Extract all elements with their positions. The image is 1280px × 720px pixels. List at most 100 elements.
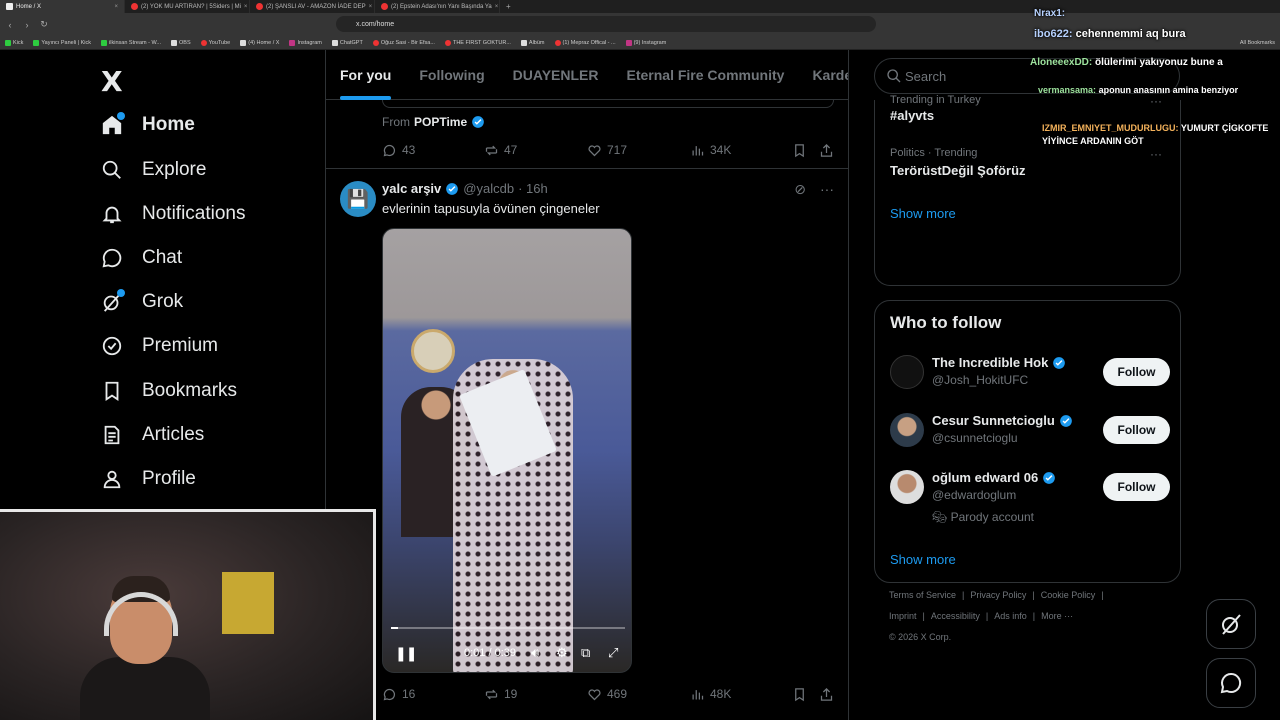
bookmark[interactable]: THE FIRST GOKTUR... — [440, 39, 516, 46]
avatar[interactable]: 💾 — [340, 181, 376, 217]
bookmark[interactable]: (1) Mepraz Offical - ... — [550, 39, 621, 46]
close-icon[interactable]: × — [495, 4, 499, 10]
bookmark-icon — [100, 379, 124, 403]
close-icon[interactable]: × — [369, 4, 373, 10]
bookmark[interactable]: Kick — [0, 39, 28, 46]
views-button[interactable]: 34K — [690, 143, 731, 158]
x-logo[interactable]: X — [101, 65, 123, 98]
views-icon — [692, 689, 704, 699]
tab-for-you[interactable]: For you — [326, 50, 405, 100]
browser-tab[interactable]: (2) YOK MU ARTIRAN? | 5Siders | Mi × — [125, 0, 250, 13]
bookmark-button[interactable] — [792, 143, 807, 158]
reply-button[interactable]: 43 — [382, 143, 415, 158]
video-player[interactable]: ❚❚ 0:01 / 0:39 🔊︎ ⚙ ⧉ ⤢ — [382, 228, 632, 673]
close-icon[interactable]: × — [114, 4, 118, 10]
grok-button[interactable] — [1206, 599, 1256, 649]
tab-eternal-fire[interactable]: Eternal Fire Community — [613, 50, 799, 100]
show-more-link[interactable]: Show more — [890, 552, 956, 567]
nav-chat[interactable]: Chat — [100, 238, 182, 278]
nav-home[interactable]: Home — [100, 105, 195, 145]
close-icon[interactable]: × — [244, 4, 248, 10]
tab-duayenler[interactable]: DUAYENLER — [499, 50, 613, 100]
footer-link[interactable]: Accessibility — [931, 611, 980, 621]
follow-suggestion[interactable]: Cesur Sunnetcioglu @csunnetcioglu Follow — [890, 413, 1170, 473]
trend-title[interactable]: TerörüstDeğil Şoförüz — [890, 163, 1026, 178]
repost-icon — [485, 145, 498, 155]
chat-message: IZMIR_EMNIYET_MUDURLUGU: YUMURT ÇİGKOFTE… — [1042, 123, 1269, 146]
video-progress-bar[interactable] — [391, 627, 625, 629]
bookmark[interactable]: ilkinsan Stream - W... — [96, 39, 166, 46]
author-name[interactable]: yalc arşiv — [382, 181, 441, 196]
post-text: evlerinin tapusuyla övünen çingeneler — [382, 201, 600, 216]
back-icon[interactable]: ‹ — [3, 20, 17, 30]
footer-link[interactable]: Privacy Policy — [970, 590, 1026, 600]
trend-title[interactable]: #alyvts — [890, 108, 934, 123]
avatar[interactable] — [890, 470, 924, 504]
gear-icon[interactable]: ⚙ — [556, 645, 568, 661]
browser-tab[interactable]: (2) ŞANSLI AV - AMAZON İADE DEP × — [250, 0, 375, 13]
follow-button[interactable]: Follow — [1103, 473, 1170, 501]
bookmark[interactable]: Instagram — [284, 39, 326, 46]
reload-icon[interactable]: ↻ — [37, 19, 51, 30]
nav-notifications[interactable]: Notifications — [100, 194, 246, 234]
address-bar[interactable]: x.com/home — [336, 16, 876, 32]
nav-articles[interactable]: Articles — [100, 415, 204, 455]
footer-link[interactable]: Terms of Service — [889, 590, 956, 600]
notification-dot — [117, 112, 125, 120]
repost-button[interactable]: 19 — [484, 687, 517, 702]
fullscreen-icon[interactable]: ⤢ — [608, 645, 618, 661]
like-button[interactable]: 469 — [587, 687, 627, 702]
more-icon[interactable]: ··· — [820, 181, 834, 198]
follow-suggestion[interactable]: oğlum edward 06 @edwardoglum 🎭︎ Parody a… — [890, 470, 1170, 530]
follow-suggestion[interactable]: The Incredible Hok @Josh_HokitUFC Follow — [890, 355, 1170, 415]
divider — [326, 168, 848, 169]
browser-tab[interactable]: Home / X × — [0, 0, 125, 13]
grok-icon — [100, 289, 125, 314]
like-button[interactable]: 717 — [587, 143, 627, 158]
share-button[interactable] — [819, 143, 834, 158]
pip-icon[interactable]: ⧉ — [581, 645, 590, 661]
nav-grok[interactable]: Grok — [100, 282, 183, 322]
follow-button[interactable]: Follow — [1103, 358, 1170, 386]
nav-bookmarks[interactable]: Bookmarks — [100, 371, 237, 411]
bookmark[interactable]: ChatGPT — [327, 39, 368, 46]
avatar[interactable] — [890, 413, 924, 447]
bookmark[interactable]: (9) Instagram — [621, 39, 672, 46]
from-line[interactable]: From POPTime — [382, 115, 485, 129]
more-link[interactable]: More ··· — [1041, 611, 1073, 621]
forward-icon[interactable]: › — [20, 20, 34, 30]
volume-icon[interactable]: 🔊︎ — [531, 645, 539, 661]
footer-link[interactable]: Ads info — [994, 611, 1027, 621]
bookmark[interactable]: (4) Home / X — [235, 39, 284, 46]
repost-button[interactable]: 47 — [484, 143, 517, 158]
browser-tab[interactable]: (2) Epstein Adası'nın Yanı Başında Ya × — [375, 0, 500, 13]
footer-link[interactable]: Imprint — [889, 611, 917, 621]
reply-button[interactable]: 16 — [382, 687, 415, 702]
show-more-link[interactable]: Show more — [890, 206, 956, 221]
bookmark-button[interactable] — [792, 687, 807, 702]
author-handle[interactable]: @yalcdb — [463, 181, 514, 196]
more-icon[interactable]: ··· — [1150, 147, 1162, 161]
messages-button[interactable] — [1206, 658, 1256, 708]
tab-kardesler[interactable]: Kardeşler Kı — [798, 50, 848, 100]
nav-premium[interactable]: Premium — [100, 326, 218, 366]
tab-following[interactable]: Following — [405, 50, 498, 100]
feed-tabs: For you Following DUAYENLER Eternal Fire… — [326, 50, 848, 100]
bookmark[interactable]: OBS — [166, 39, 196, 46]
bookmark[interactable]: Yayıncı Paneli | Kick — [28, 39, 96, 46]
all-bookmarks[interactable]: All Bookmarks — [1235, 40, 1280, 46]
pause-icon[interactable]: ❚❚ — [395, 645, 417, 662]
nav-explore[interactable]: Explore — [100, 150, 206, 190]
bookmark[interactable]: Albüm — [516, 39, 550, 46]
nav-profile[interactable]: Profile — [100, 459, 196, 499]
footer-link[interactable]: Cookie Policy — [1041, 590, 1096, 600]
post-time[interactable]: · 16h — [518, 181, 548, 196]
new-tab-button[interactable]: + — [500, 2, 517, 11]
grok-icon[interactable]: ⊘ — [794, 181, 806, 198]
avatar[interactable] — [890, 355, 924, 389]
share-button[interactable] — [819, 687, 834, 702]
follow-button[interactable]: Follow — [1103, 416, 1170, 444]
bookmark[interactable]: YouTube — [196, 39, 236, 46]
views-button[interactable]: 48K — [690, 687, 731, 702]
bookmark[interactable]: Oğuz Sasi - Bir Efsa... — [368, 39, 440, 46]
